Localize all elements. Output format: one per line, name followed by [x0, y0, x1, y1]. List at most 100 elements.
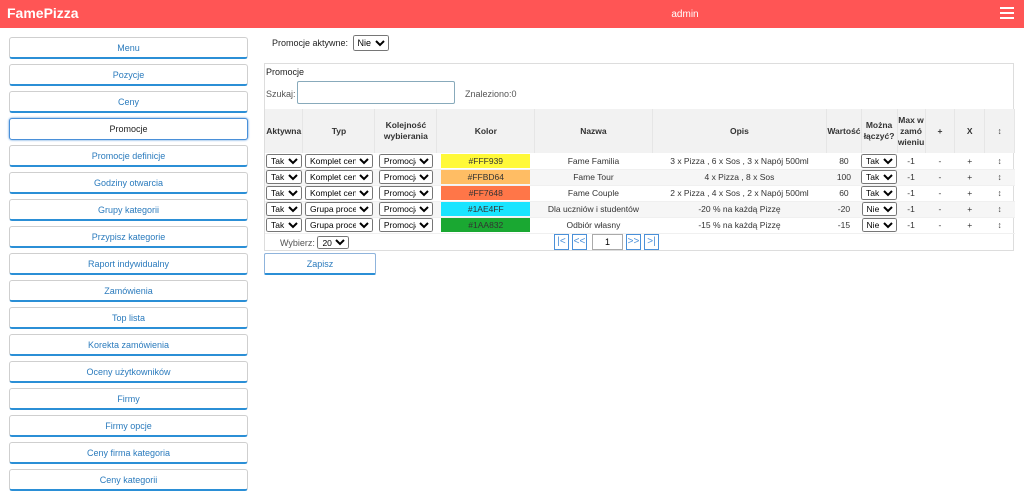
table-row: Tak Komplet cena Promocja #FFBD64 Fame Tour 4… [265, 169, 1015, 186]
promo-description: 2 x Pizza , 4 x Sos , 2 x Napój 500ml [652, 185, 827, 202]
row-plus-button[interactable]: + [954, 201, 985, 218]
row-minus-button[interactable]: - [925, 217, 955, 234]
sidebar-item[interactable]: Menu [9, 37, 248, 59]
save-button[interactable]: Zapisz [264, 253, 376, 275]
promo-name: Fame Tour [534, 169, 653, 186]
column-header[interactable]: Typ [302, 109, 376, 153]
order-select[interactable]: Promocja [378, 186, 433, 200]
combinable-select[interactable]: Tak [861, 153, 898, 168]
color-swatch[interactable]: #1AA832 [441, 218, 531, 232]
promo-value: -20 [826, 201, 862, 218]
active-select[interactable]: Tak [265, 218, 302, 232]
promotions-panel: Promocje Szukaj: Znaleziono:0 Aktywna Typ… [264, 63, 1015, 251]
promo-value: 100 [826, 169, 862, 186]
active-filter: Promocje aktywne: Nie [272, 35, 389, 51]
combinable-select[interactable]: Nie [861, 202, 897, 216]
column-header[interactable]: Nazwa [534, 109, 653, 153]
active-select[interactable]: Tak [265, 186, 302, 200]
sidebar-item[interactable]: Korekta zamówienia [9, 334, 248, 356]
per-page-select[interactable]: 20 [317, 236, 350, 249]
combinable-select[interactable]: Tak [861, 186, 898, 200]
active-filter-select[interactable]: Nie [352, 35, 389, 51]
column-header[interactable]: X [954, 109, 986, 153]
table-row: Tak Grupa procent Promocja #1AA832 Odbiór wł… [265, 217, 1015, 234]
column-header[interactable]: Opis [652, 109, 828, 153]
active-select[interactable]: Tak [265, 170, 302, 184]
promo-name: Fame Familia [534, 153, 653, 170]
order-select[interactable]: Promocja [378, 202, 433, 216]
row-move-handle[interactable]: ↕ [984, 185, 1015, 202]
promo-value: 80 [826, 153, 862, 170]
type-select[interactable]: Komplet cena [304, 170, 373, 184]
sidebar-item[interactable]: Ceny firma kategoria [9, 442, 248, 464]
promo-value: 60 [826, 185, 862, 202]
user-name[interactable]: admin [0, 9, 1024, 20]
first-page-button[interactable]: |< [554, 234, 569, 250]
sidebar-item[interactable]: Top lista [9, 307, 248, 329]
row-move-handle[interactable]: ↕ [984, 153, 1015, 170]
row-minus-button[interactable]: - [925, 169, 955, 186]
row-plus-button[interactable]: + [954, 185, 985, 202]
promo-description: 3 x Pizza , 6 x Sos , 3 x Napój 500ml [652, 153, 827, 170]
hamburger-menu-icon[interactable] [1000, 7, 1014, 19]
type-select[interactable]: Grupa procent [304, 202, 373, 216]
promo-name: Odbiór własny [534, 217, 653, 234]
combinable-select[interactable]: Tak [861, 170, 898, 184]
column-header[interactable]: Kolor [436, 109, 536, 153]
promo-name: Fame Couple [534, 185, 653, 202]
row-minus-button[interactable]: - [925, 185, 955, 202]
order-select[interactable]: Promocja [378, 170, 433, 184]
type-select[interactable]: Komplet cena [304, 186, 373, 200]
sidebar-item[interactable]: Pozycje [9, 64, 248, 86]
color-swatch[interactable]: #FF7648 [441, 186, 531, 200]
last-page-button[interactable]: >| [644, 234, 659, 250]
prev-page-button[interactable]: << [572, 234, 587, 250]
row-move-handle[interactable]: ↕ [984, 169, 1015, 186]
row-plus-button[interactable]: + [954, 169, 985, 186]
next-page-button[interactable]: >> [626, 234, 641, 250]
found-count: Znaleziono:0 [465, 89, 517, 99]
panel-title: Promocje [266, 67, 305, 77]
row-move-handle[interactable]: ↕ [984, 217, 1015, 234]
column-header[interactable]: Aktywna [265, 109, 304, 153]
color-swatch[interactable]: #FFF939 [441, 153, 531, 168]
column-header[interactable]: Wartość [826, 109, 862, 153]
sidebar-item[interactable]: Godziny otwarcia [9, 172, 248, 194]
row-move-handle[interactable]: ↕ [984, 201, 1015, 218]
page-input[interactable] [592, 234, 623, 250]
active-select[interactable]: Tak [265, 202, 302, 216]
promo-description: 4 x Pizza , 8 x Sos [652, 169, 827, 186]
column-header[interactable]: ↕ [984, 109, 1015, 153]
sidebar-item[interactable]: Firmy opcje [9, 415, 248, 437]
column-header[interactable]: + [925, 109, 956, 153]
sidebar-item[interactable]: Raport indywidualny [9, 253, 248, 275]
sidebar-item[interactable]: Promocje definicje [9, 145, 248, 167]
sidebar-item[interactable]: Oceny użytkowników [9, 361, 248, 383]
search-input[interactable] [297, 81, 455, 104]
sidebar-item[interactable]: Przypisz kategorie [9, 226, 248, 248]
table-row: Tak Grupa procent Promocja #1AE4FF Dla uczni… [265, 201, 1015, 218]
column-header[interactable]: Max w zamó wieniu [897, 109, 926, 153]
column-header[interactable]: Można łączyć? [861, 109, 898, 153]
column-header[interactable]: Kolejność wybierania [374, 109, 438, 153]
type-select[interactable]: Grupa procent [304, 218, 373, 232]
sidebar-item[interactable]: Zamówienia [9, 280, 248, 302]
promo-description: -20 % na każdą Pizzę [652, 201, 827, 218]
sidebar-item[interactable]: Firmy [9, 388, 248, 410]
sidebar-item[interactable]: Ceny kategorii [9, 469, 248, 491]
row-minus-button[interactable]: - [925, 201, 955, 218]
color-swatch[interactable]: #1AE4FF [441, 202, 531, 216]
sidebar-item[interactable]: Promocje [9, 118, 248, 140]
row-plus-button[interactable]: + [954, 217, 985, 234]
top-bar: FamePizza admin [0, 0, 1024, 28]
sidebar-item[interactable]: Grupy kategorii [9, 199, 248, 221]
active-select[interactable]: Tak [265, 153, 302, 168]
combinable-select[interactable]: Nie [861, 218, 897, 232]
order-select[interactable]: Promocja [378, 153, 433, 168]
order-select[interactable]: Promocja [378, 218, 433, 232]
type-select[interactable]: Komplet cena [304, 153, 373, 168]
row-minus-button[interactable]: - [925, 153, 955, 170]
sidebar-item[interactable]: Ceny [9, 91, 248, 113]
color-swatch[interactable]: #FFBD64 [441, 170, 531, 184]
row-plus-button[interactable]: + [954, 153, 985, 170]
